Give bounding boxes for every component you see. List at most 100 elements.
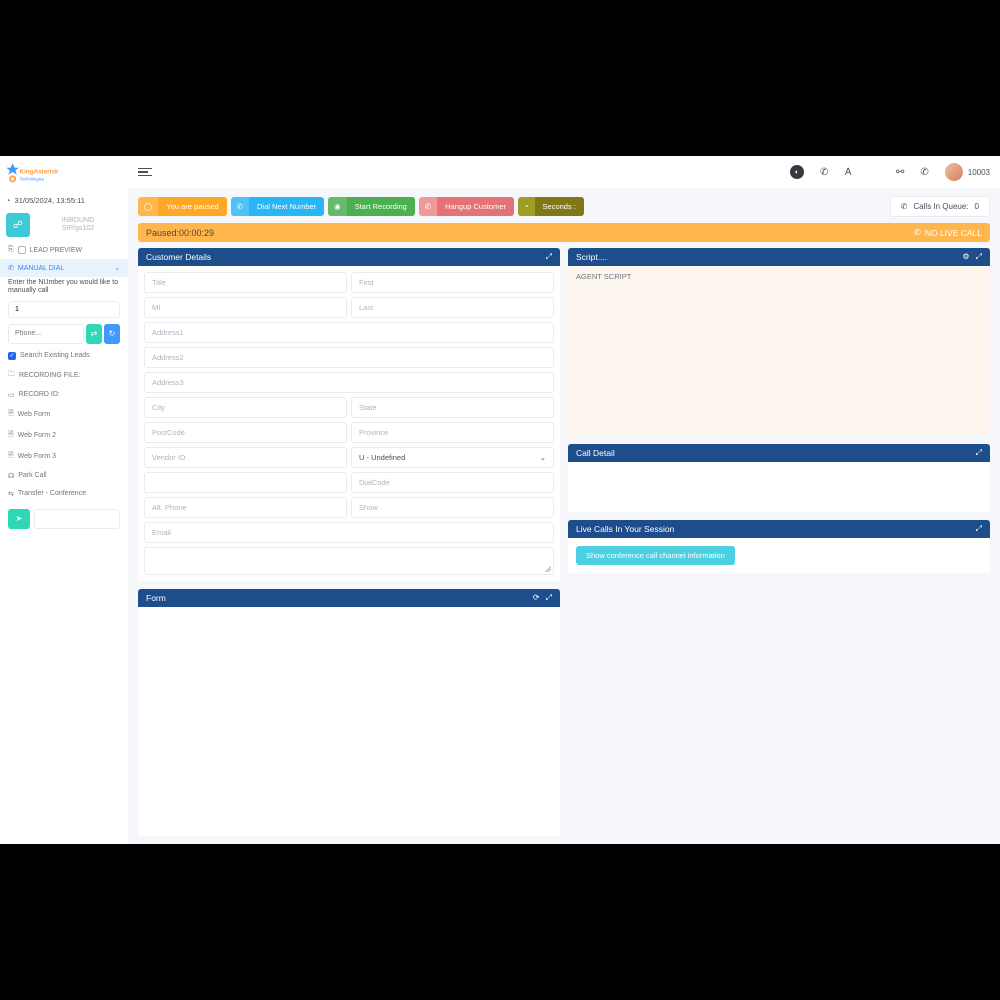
- province-input[interactable]: Province: [351, 422, 554, 443]
- search-existing-checkbox[interactable]: [8, 352, 16, 360]
- sidebar-item-transfer[interactable]: ⇆ Transfer - Conference: [0, 485, 128, 503]
- notes-textarea[interactable]: [144, 547, 554, 575]
- avatar: [945, 163, 963, 181]
- phone-icon: ✆: [8, 264, 14, 272]
- status-bar: Paused:00:00:29 ✆ NO LIVE CALL: [138, 223, 990, 242]
- queue-label: Calls In Queue:: [913, 202, 968, 211]
- dial-alt-button[interactable]: ↻: [104, 324, 120, 344]
- sidebar-recording-file[interactable]: 🗀 RECORDING FILE:: [0, 365, 128, 386]
- sidebar-item-webform[interactable]: 🗎 Web Form: [0, 404, 128, 425]
- city-input[interactable]: City: [144, 397, 347, 418]
- headset-icon: ☊: [8, 472, 14, 480]
- agent-id: 10003: [968, 168, 990, 177]
- gear-icon[interactable]: ⚙: [962, 252, 969, 262]
- address3-input[interactable]: Address3: [144, 372, 554, 393]
- copy-icon: ⎘: [8, 246, 14, 254]
- file-icon: 🗀: [8, 370, 15, 381]
- address1-input[interactable]: Address1: [144, 322, 554, 343]
- sidebar-search-existing[interactable]: Search Existing Leads: [0, 347, 128, 365]
- datetime-row: ◔ 31/05/2024, 13:55:11: [0, 192, 128, 209]
- lead-preview-checkbox[interactable]: [18, 246, 26, 254]
- send-input[interactable]: [34, 509, 120, 529]
- address2-input[interactable]: Address2: [144, 347, 554, 368]
- sidebar-manual-dial[interactable]: ✆ MANUAL DIAL ⌄: [0, 259, 128, 277]
- calls-queue-button[interactable]: ✆ Calls In Queue: 0: [890, 196, 990, 217]
- expand-icon[interactable]: ⤢: [976, 448, 982, 458]
- chevron-down-icon: ⌄: [540, 453, 546, 462]
- record-icon: ◉: [328, 197, 347, 216]
- call-header-icon[interactable]: ✆: [920, 167, 928, 178]
- send-button[interactable]: ➤: [8, 509, 30, 529]
- script-panel: Script.... ⚙ ⤢ AGENT SCRIPT: [568, 248, 990, 436]
- seconds-button[interactable]: ◔ Seconds :: [518, 197, 584, 216]
- first-input[interactable]: First: [351, 272, 554, 293]
- no-live-call: ✆ NO LIVE CALL: [914, 227, 982, 238]
- inbound-row: ☍ INBOUND SIP/gs102: [0, 209, 128, 241]
- refresh-icon[interactable]: ⟳: [533, 593, 540, 603]
- hangup-button[interactable]: ✆ Hangup Customer: [419, 197, 514, 216]
- expand-icon[interactable]: ⤢: [546, 593, 552, 603]
- last-input[interactable]: Last: [351, 297, 554, 318]
- postcode-input[interactable]: PostCode: [144, 422, 347, 443]
- doc-icon: 🗎: [8, 409, 14, 420]
- phone-icon: ✆: [914, 227, 921, 238]
- sidebar-record-id[interactable]: ▭ RECORD ID:: [0, 386, 128, 404]
- id-icon: ▭: [8, 391, 15, 399]
- dialcode-input[interactable]: DialCode: [351, 472, 554, 493]
- dark-mode-toggle[interactable]: ◐: [790, 165, 804, 179]
- dial-next-button[interactable]: ✆ Dial Next Number: [231, 197, 324, 216]
- send-icon: ➤: [16, 514, 23, 523]
- expand-icon[interactable]: ⤢: [976, 524, 982, 534]
- vendor-input[interactable]: Vendor ID: [144, 447, 347, 468]
- state-input[interactable]: State: [351, 397, 554, 418]
- sidebar: KingAsterisk Technologies ◔ 31/05/2024, …: [0, 156, 128, 844]
- phone-header-icon[interactable]: ✆: [820, 167, 828, 178]
- sidebar-item-webform3[interactable]: 🗎 Web Form 3: [0, 446, 128, 467]
- call-detail-body: [568, 462, 990, 512]
- chevron-down-icon: ⌄: [114, 264, 120, 272]
- dial-icon: ✆: [231, 197, 249, 216]
- inbound-label: INBOUND: [34, 217, 122, 225]
- panel-title: Call Detail: [576, 448, 615, 458]
- sidebar-item-parkcall[interactable]: ☊ Park Call: [0, 467, 128, 485]
- inbound-icon[interactable]: ☍: [6, 213, 30, 237]
- expand-icon[interactable]: ⤢: [976, 252, 982, 262]
- show-conference-button[interactable]: Show conference call channel information: [576, 546, 735, 565]
- topbar: ◐ ✆ 𐌀 ⚯ ✆ 10003: [128, 156, 1000, 188]
- dial-button[interactable]: ⇄: [86, 324, 102, 344]
- datetime-text: 31/05/2024, 13:55:11: [15, 196, 85, 205]
- user-menu[interactable]: 10003: [945, 163, 990, 181]
- doc-icon: 🗎: [8, 430, 14, 441]
- pause-icon: ◯: [138, 197, 158, 216]
- show-input[interactable]: Show: [351, 497, 554, 518]
- brand-logo: KingAsterisk Technologies: [0, 156, 128, 192]
- blank-input[interactable]: [144, 472, 347, 493]
- expand-icon[interactable]: ⤢: [546, 252, 552, 262]
- panel-title: Form: [146, 593, 166, 603]
- sidebar-lead-preview[interactable]: ⎘ LEAD PREVIEW: [0, 241, 128, 259]
- panel-title: Script....: [576, 252, 607, 262]
- user-header-icon[interactable]: 𐌀: [844, 167, 852, 178]
- email-input[interactable]: Email: [144, 522, 554, 543]
- brand-text-2: Technologies: [20, 176, 44, 181]
- status-text: Paused:00:00:29: [146, 228, 214, 238]
- group-header-icon[interactable]: ⚯: [896, 167, 904, 178]
- gender-select[interactable]: U - Undefined ⌄: [351, 447, 554, 468]
- country-code-input[interactable]: [8, 301, 120, 318]
- transfer-icon: ⇆: [8, 490, 14, 498]
- hangup-icon: ✆: [419, 197, 437, 216]
- queue-count: 0: [975, 202, 979, 211]
- start-recording-button[interactable]: ◉ Start Recording: [328, 197, 415, 216]
- altphone-input[interactable]: Alt. Phone: [144, 497, 347, 518]
- brand-text-1: KingAsterisk: [20, 168, 59, 175]
- script-body: AGENT SCRIPT: [568, 266, 990, 436]
- call-detail-panel: Call Detail ⤢: [568, 444, 990, 512]
- action-row: ◯ You are paused ✆ Dial Next Number ◉ St…: [138, 196, 990, 217]
- paused-button[interactable]: ◯ You are paused: [138, 197, 227, 216]
- phone-input[interactable]: [8, 324, 84, 344]
- phone-icon: ✆: [901, 202, 908, 211]
- menu-toggle-button[interactable]: [138, 168, 152, 177]
- sidebar-item-webform2[interactable]: 🗎 Web Form 2: [0, 425, 128, 446]
- title-input[interactable]: Title: [144, 272, 347, 293]
- mi-input[interactable]: MI: [144, 297, 347, 318]
